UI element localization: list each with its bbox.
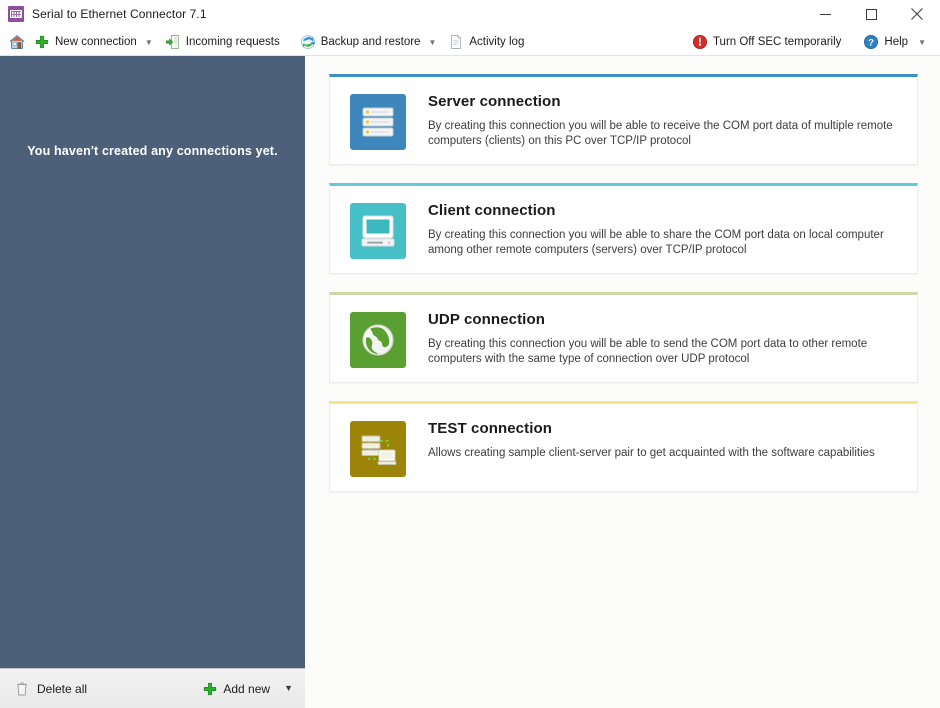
udp-connection-description: By creating this connection you will be … <box>428 338 868 365</box>
svg-text:?: ? <box>869 37 875 48</box>
server-stack-icon <box>350 94 406 150</box>
serial-connector-icon <box>8 6 24 22</box>
server-connection-card[interactable]: Server connection By creating this conne… <box>329 74 918 165</box>
backup-restore-icon <box>300 34 315 49</box>
activity-log-button[interactable]: Activity log <box>442 31 530 53</box>
toolbar-right-group: Turn Off SEC temporarily ? Help ▼ <box>686 31 932 53</box>
udp-connection-text: UDP connection By creating this connecti… <box>428 309 898 367</box>
turn-off-sec-button[interactable]: Turn Off SEC temporarily <box>686 31 847 53</box>
sidebar-footer: Delete all Add new ▼ <box>0 668 305 708</box>
delete-all-button[interactable]: Delete all <box>14 681 87 697</box>
help-caret-icon[interactable]: ▼ <box>916 38 932 47</box>
title-bar-left: Serial to Ethernet Connector 7.1 <box>0 6 207 22</box>
new-connection-caret-icon[interactable]: ▼ <box>143 38 159 47</box>
udp-connection-card[interactable]: UDP connection By creating this connecti… <box>329 292 918 383</box>
application-window: Serial to Ethernet Connector 7.1 New con… <box>0 0 940 708</box>
globe-icon <box>350 312 406 368</box>
activity-log-icon <box>451 34 462 49</box>
empty-state: You haven't created any connections yet. <box>0 56 305 668</box>
client-connection-title: Client connection <box>428 202 556 219</box>
close-button[interactable] <box>894 0 940 28</box>
maximize-button[interactable] <box>848 0 894 28</box>
title-bar: Serial to Ethernet Connector 7.1 <box>0 0 940 28</box>
client-connection-text: Client connection By creating this conne… <box>428 200 898 258</box>
power-off-icon <box>692 34 707 49</box>
main-toolbar: New connection ▼ Incoming requests Backu… <box>0 28 940 56</box>
desktop-monitor-icon <box>350 203 406 259</box>
udp-connection-title: UDP connection <box>428 311 545 328</box>
help-icon: ? <box>864 34 879 49</box>
plus-icon <box>204 682 217 695</box>
add-new-button[interactable]: Add new <box>202 681 270 697</box>
delete-all-label: Delete all <box>37 681 88 696</box>
server-connection-text: Server connection By creating this conne… <box>428 91 898 149</box>
backup-and-restore-caret-icon[interactable]: ▼ <box>426 38 442 47</box>
test-connection-card[interactable]: TEST connection Allows creating sample c… <box>329 401 918 492</box>
home-icon <box>9 34 25 49</box>
backup-and-restore-button[interactable]: Backup and restore <box>294 31 427 53</box>
add-new-label: Add new <box>223 681 271 696</box>
plus-icon <box>35 35 49 48</box>
minimize-icon <box>819 13 831 15</box>
incoming-requests-icon <box>165 34 179 49</box>
server-connection-description: By creating this connection you will be … <box>428 120 893 147</box>
minimize-button[interactable] <box>802 0 848 28</box>
turn-off-sec-label: Turn Off SEC temporarily <box>712 35 842 48</box>
close-icon <box>911 8 923 20</box>
test-connection-text: TEST connection Allows creating sample c… <box>428 418 875 461</box>
new-connection-label: New connection <box>55 35 137 48</box>
backup-and-restore-label: Backup and restore <box>320 35 421 48</box>
client-connection-card[interactable]: Client connection By creating this conne… <box>329 183 918 274</box>
maximize-icon <box>865 8 877 20</box>
test-connection-title: TEST connection <box>428 420 553 437</box>
incoming-requests-label: Incoming requests <box>185 35 280 48</box>
add-new-caret-icon[interactable]: ▼ <box>284 684 293 693</box>
home-button[interactable] <box>6 31 28 53</box>
client-connection-description: By creating this connection you will be … <box>428 229 884 256</box>
window-controls <box>802 0 940 28</box>
window-title: Serial to Ethernet Connector 7.1 <box>32 7 207 21</box>
test-pair-icon <box>350 421 406 477</box>
help-label: Help <box>884 35 909 48</box>
empty-state-message: You haven't created any connections yet. <box>27 144 278 158</box>
window-body: You haven't created any connections yet.… <box>0 56 940 708</box>
new-connection-button[interactable]: New connection <box>28 31 143 53</box>
connection-type-list: Server connection By creating this conne… <box>305 56 940 708</box>
server-connection-title: Server connection <box>428 93 561 110</box>
test-connection-description: Allows creating sample client-server pai… <box>428 447 875 459</box>
connections-sidebar: You haven't created any connections yet.… <box>0 56 305 708</box>
help-button[interactable]: ? Help <box>857 31 914 53</box>
trash-icon <box>17 682 27 695</box>
incoming-requests-button[interactable]: Incoming requests <box>159 31 286 53</box>
activity-log-label: Activity log <box>469 35 525 48</box>
